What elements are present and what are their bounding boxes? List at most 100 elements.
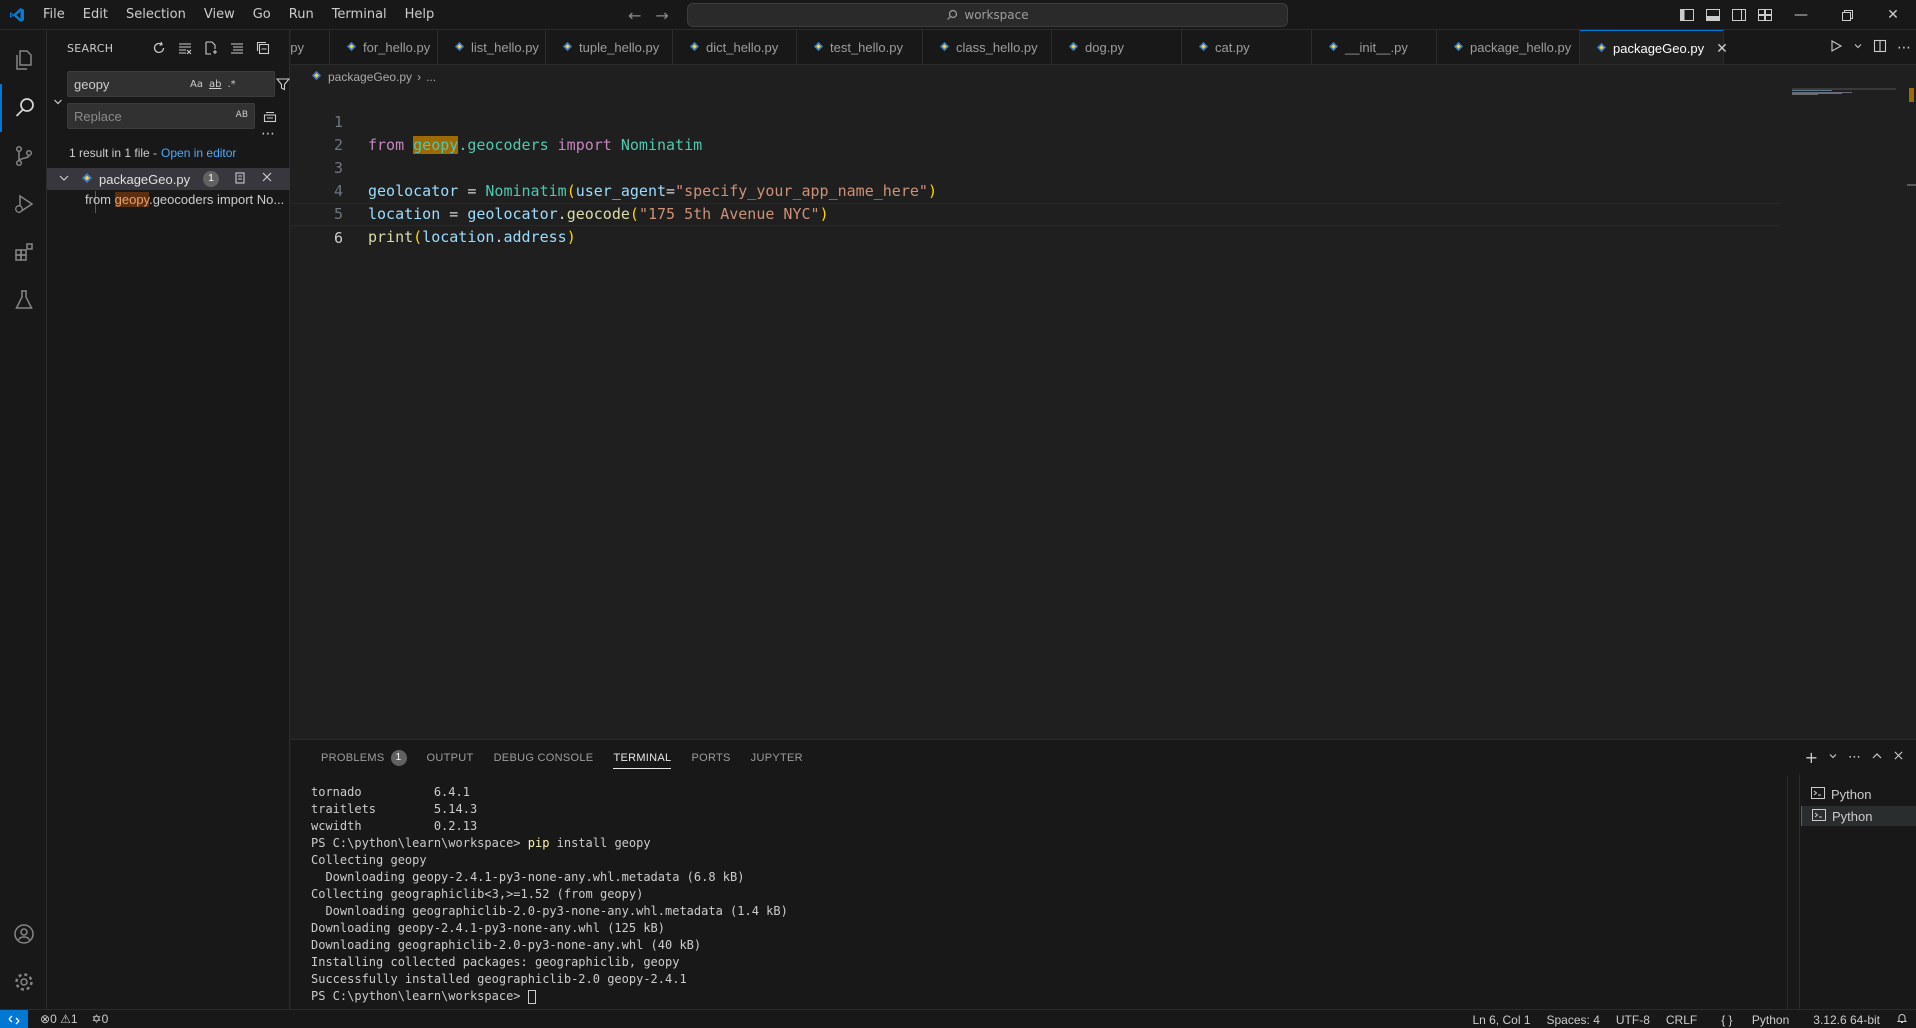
extensions-icon[interactable] xyxy=(0,228,47,276)
terminal-instance-active[interactable]: Python xyxy=(1801,806,1916,826)
maximize-panel-chevron-up-icon[interactable] xyxy=(1871,750,1883,766)
tab-dict-hello[interactable]: dict_hello.py xyxy=(673,30,797,64)
source-control-icon[interactable] xyxy=(0,132,47,180)
menu-edit[interactable]: Edit xyxy=(74,0,117,30)
tab-test-hello[interactable]: test_hello.py xyxy=(797,30,923,64)
toggle-panel-icon[interactable] xyxy=(1700,0,1726,30)
manage-gear-icon[interactable] xyxy=(0,958,47,1006)
tab-ports[interactable]: PORTS xyxy=(681,740,740,776)
new-search-editor-icon[interactable] xyxy=(201,38,221,58)
notifications-bell-icon[interactable] xyxy=(1888,1012,1916,1027)
end-of-line[interactable]: CRLF xyxy=(1658,1013,1705,1027)
terminal-scrollbar[interactable] xyxy=(1787,776,1788,1010)
match-whole-word-toggle[interactable]: ab xyxy=(209,79,221,90)
use-regex-toggle[interactable]: .* xyxy=(227,79,235,90)
tab-problems[interactable]: PROBLEMS 1 xyxy=(311,740,417,776)
remote-indicator-icon[interactable] xyxy=(0,1010,28,1028)
tab-tuple-hello[interactable]: tuple_hello.py xyxy=(546,30,673,64)
search-sidebar: SEARCH Aa ab .* AB ⋯ 1 result in 1 file … xyxy=(47,30,291,1009)
menu-file[interactable]: File xyxy=(34,0,74,30)
terminal-instance[interactable]: Python xyxy=(1801,784,1916,804)
panel-more-icon[interactable]: ⋯ xyxy=(1848,750,1861,765)
explorer-icon[interactable] xyxy=(0,36,47,84)
tab-list-hello[interactable]: list_hello.py xyxy=(438,30,546,64)
tab-class-hello[interactable]: class_hello.py xyxy=(923,30,1052,64)
toggle-replace-chevron-icon[interactable] xyxy=(51,94,65,110)
match-case-toggle[interactable]: Aa xyxy=(190,79,203,90)
new-terminal-plus-icon[interactable]: + xyxy=(1805,748,1818,767)
menu-go[interactable]: Go xyxy=(244,0,280,30)
editor-scrollbar[interactable] xyxy=(1907,88,1916,738)
collapse-all-icon[interactable] xyxy=(253,38,273,58)
menu-terminal[interactable]: Terminal xyxy=(323,0,396,30)
replace-input[interactable] xyxy=(74,108,184,124)
activity-bar xyxy=(0,30,47,1009)
tab-package-hello[interactable]: package_hello.py xyxy=(1437,30,1580,64)
view-as-tree-icon[interactable] xyxy=(227,38,247,58)
close-panel-icon[interactable] xyxy=(1893,750,1904,765)
toggle-primary-sidebar-icon[interactable] xyxy=(1674,0,1700,30)
accounts-icon[interactable] xyxy=(0,910,47,958)
tab-terminal[interactable]: TERMINAL xyxy=(613,747,672,769)
run-dropdown-chevron-icon[interactable] xyxy=(1853,40,1863,55)
close-window-icon[interactable]: ✕ xyxy=(1870,0,1916,30)
menu-view[interactable]: View xyxy=(195,0,244,30)
testing-flask-icon[interactable] xyxy=(0,276,47,324)
python-interpreter[interactable]: 3.12.6 64-bit xyxy=(1805,1013,1888,1027)
tab-debug-console[interactable]: DEBUG CONSOLE xyxy=(484,740,604,776)
tab-output[interactable]: OUTPUT xyxy=(417,740,484,776)
breadcrumb-file[interactable]: packageGeo.py xyxy=(328,70,412,84)
breadcrumb-symbols[interactable]: ... xyxy=(426,70,436,84)
run-python-file-icon[interactable] xyxy=(1829,39,1843,57)
menu-help[interactable]: Help xyxy=(396,0,444,30)
run-and-debug-icon[interactable] xyxy=(0,180,47,228)
language-mode[interactable]: { } Python xyxy=(1705,1013,1805,1027)
more-actions-icon[interactable]: ⋯ xyxy=(1897,40,1911,56)
dismiss-result-icon[interactable] xyxy=(261,171,273,186)
cursor-position[interactable]: Ln 6, Col 1 xyxy=(1464,1013,1538,1027)
replace-all-icon[interactable] xyxy=(260,107,280,125)
customize-layout-icon[interactable] xyxy=(1752,0,1778,30)
replace-in-file-icon[interactable] xyxy=(233,171,247,188)
terminal-output[interactable]: tornado 6.4.1 traitlets 5.14.3 wcwidth 0.2… xyxy=(311,784,1771,1005)
result-file-row[interactable]: packageGeo.py 1 xyxy=(47,168,290,190)
toggle-secondary-sidebar-icon[interactable] xyxy=(1726,0,1752,30)
tab-init[interactable]: __init__.py xyxy=(1312,30,1437,64)
chevron-down-icon[interactable] xyxy=(57,171,71,188)
search-match-line[interactable]: from geopy.geocoders import No... xyxy=(85,192,290,212)
tab-partial[interactable]: ..py xyxy=(291,30,330,64)
indentation[interactable]: Spaces: 4 xyxy=(1539,1013,1608,1027)
tab-packagegeo-active[interactable]: packageGeo.py ✕ xyxy=(1580,30,1728,64)
python-file-icon xyxy=(81,172,93,187)
tab-cat[interactable]: cat.py xyxy=(1182,30,1312,64)
code-editor[interactable]: 1 from geopy.geocoders import Nominatim … xyxy=(291,88,1916,738)
braces-icon: { } xyxy=(1721,1012,1733,1027)
more-search-options-icon[interactable]: ⋯ xyxy=(261,126,275,142)
restore-icon[interactable] xyxy=(1824,0,1870,30)
minimap[interactable] xyxy=(1792,88,1896,100)
back-arrow-icon[interactable]: ← xyxy=(628,6,641,25)
ports-status[interactable]: ✡0 xyxy=(92,1012,109,1026)
tab-label: list_hello.py xyxy=(471,40,539,55)
refresh-icon[interactable] xyxy=(149,38,169,58)
menu-run[interactable]: Run xyxy=(280,0,323,30)
problems-status[interactable]: ⊗0 ⚠1 xyxy=(40,1012,78,1026)
tab-jupyter[interactable]: JUPYTER xyxy=(741,740,813,776)
clear-results-icon[interactable] xyxy=(175,38,195,58)
terminal-profile-chevron-icon[interactable] xyxy=(1828,750,1838,765)
split-editor-icon[interactable] xyxy=(1873,39,1887,57)
forward-arrow-icon[interactable]: → xyxy=(655,6,668,25)
file-encoding[interactable]: UTF-8 xyxy=(1608,1013,1658,1027)
menu-selection[interactable]: Selection xyxy=(117,0,195,30)
tab-for-hello[interactable]: for_hello.py xyxy=(330,30,438,64)
tab-dog[interactable]: dog.py xyxy=(1052,30,1182,64)
search-view-icon[interactable] xyxy=(0,84,47,132)
open-in-editor-link[interactable]: Open in editor xyxy=(161,146,236,160)
command-center[interactable]: workspace xyxy=(687,3,1288,27)
minimize-icon[interactable]: — xyxy=(1778,0,1824,30)
close-tab-icon[interactable]: ✕ xyxy=(1716,40,1728,57)
terminal-line: wcwidth 0.2.13 xyxy=(311,819,478,833)
search-input[interactable] xyxy=(74,76,184,92)
filter-icon[interactable] xyxy=(275,77,291,95)
preserve-case-toggle[interactable]: AB xyxy=(236,110,248,120)
